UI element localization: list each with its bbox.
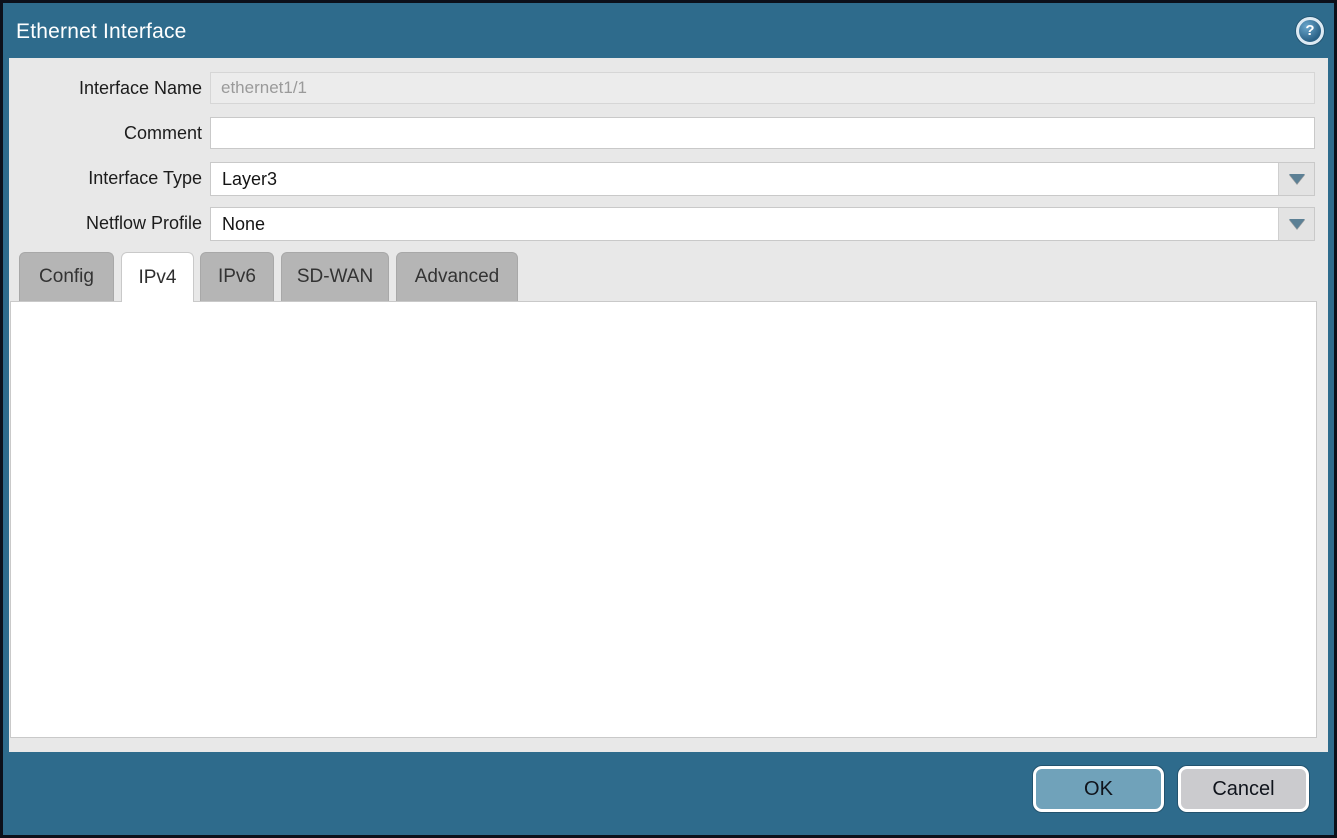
comment-label: Comment [0, 117, 202, 149]
tab-ipv4[interactable]: IPv4 [121, 252, 194, 302]
chevron-down-icon [1289, 174, 1305, 184]
comment-input[interactable] [210, 117, 1315, 149]
netflow-profile-dropdown-button[interactable] [1278, 208, 1314, 240]
interface-name-label: Interface Name [0, 72, 202, 104]
tab-advanced[interactable]: Advanced [396, 252, 518, 301]
dialog-title: Ethernet Interface [16, 20, 187, 44]
interface-type-value: Layer3 [211, 169, 1278, 190]
help-icon[interactable]: ? [1296, 17, 1324, 45]
interface-type-select[interactable]: Layer3 [210, 162, 1315, 196]
ipv4-tab-panel [10, 301, 1317, 738]
netflow-profile-label: Netflow Profile [0, 207, 202, 239]
chevron-down-icon [1289, 219, 1305, 229]
tab-sdwan[interactable]: SD-WAN [281, 252, 389, 301]
interface-name-input [210, 72, 1315, 104]
dialog-titlebar [3, 3, 1334, 58]
interface-type-label: Interface Type [0, 162, 202, 194]
netflow-profile-value: None [211, 214, 1278, 235]
tab-ipv6[interactable]: IPv6 [200, 252, 274, 301]
netflow-profile-select[interactable]: None [210, 207, 1315, 241]
cancel-button[interactable]: Cancel [1178, 766, 1309, 812]
ok-button[interactable]: OK [1033, 766, 1164, 812]
tab-config[interactable]: Config [19, 252, 114, 301]
interface-type-dropdown-button[interactable] [1278, 163, 1314, 195]
